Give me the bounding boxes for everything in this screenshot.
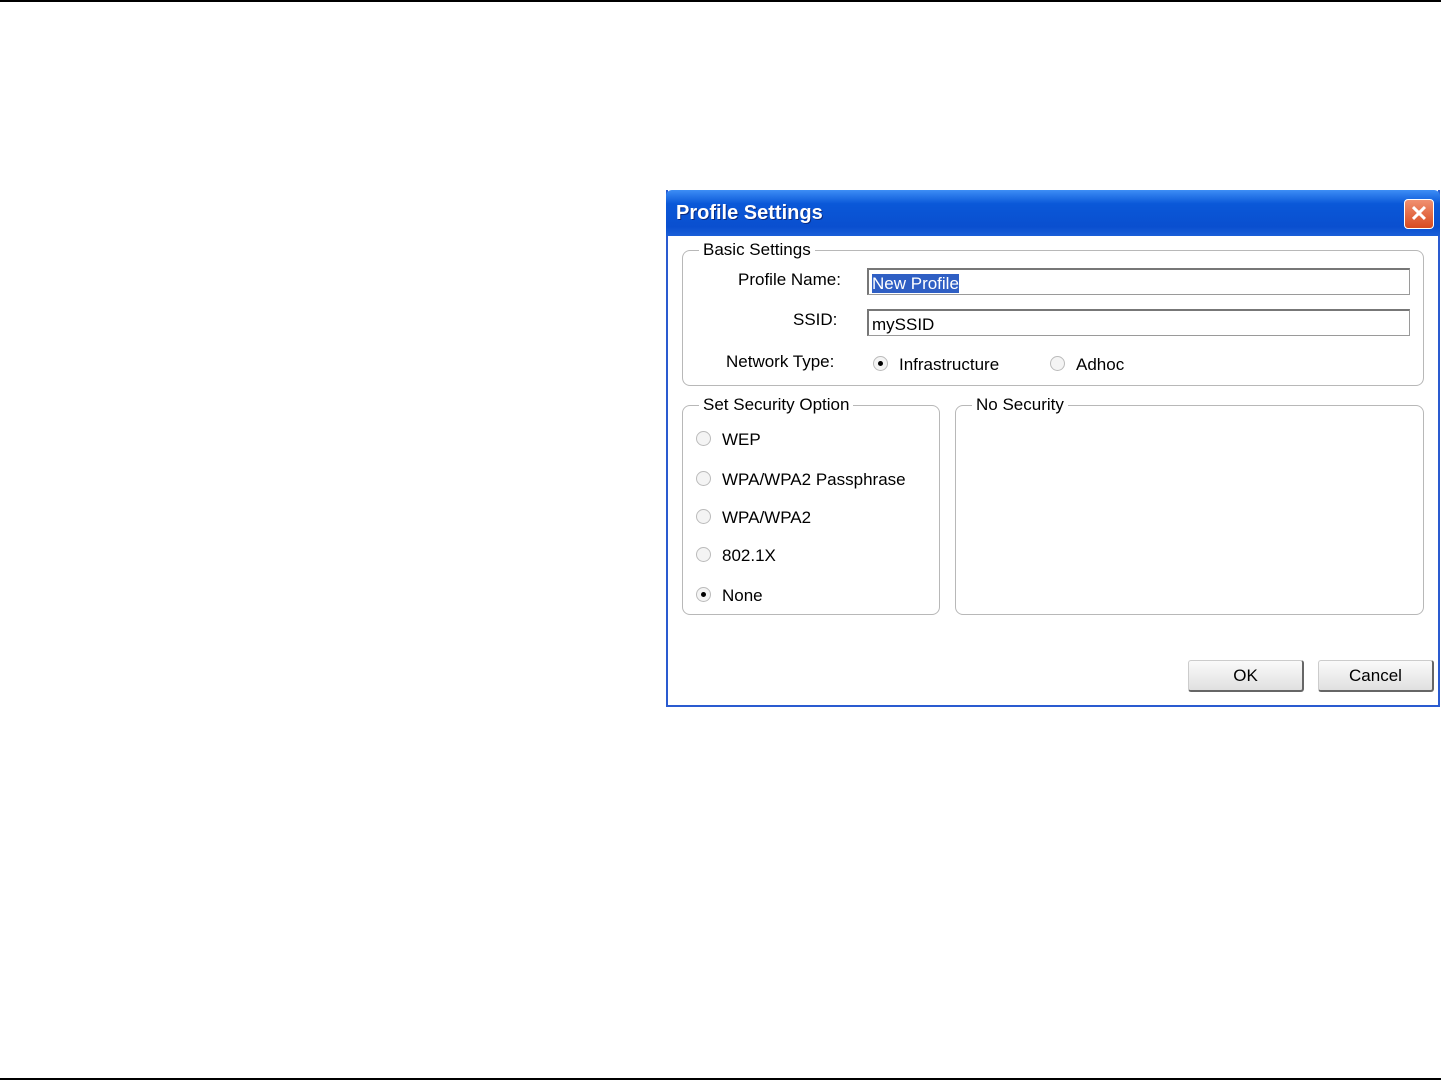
title-bar[interactable]: Profile Settings ✕ (666, 190, 1440, 236)
close-button[interactable]: ✕ (1404, 199, 1434, 229)
cancel-button[interactable]: Cancel (1318, 660, 1434, 692)
wpa-label: WPA/WPA2 (722, 508, 812, 527)
adhoc-label: Adhoc (1076, 355, 1125, 374)
top-rule (0, 0, 1441, 2)
dialog-title: Profile Settings (676, 202, 823, 224)
security-option-legend: Set Security Option (699, 395, 854, 415)
ssid-input[interactable]: mySSID (867, 309, 1410, 336)
infrastructure-radio[interactable] (873, 356, 888, 371)
ssid-label: SSID: (793, 310, 838, 329)
bottom-rule (0, 1078, 1441, 1080)
basic-settings-legend: Basic Settings (699, 240, 815, 260)
wpa-passphrase-radio[interactable] (696, 471, 711, 486)
wpa-passphrase-label: WPA/WPA2 Passphrase (722, 470, 906, 489)
profile-settings-dialog: Profile Settings ✕ Basic Settings Profil… (666, 190, 1440, 707)
adhoc-radio[interactable] (1050, 356, 1065, 371)
profile-name-label: Profile Name: (738, 270, 841, 289)
wep-radio[interactable] (696, 431, 711, 446)
profile-name-input[interactable]: New Profile (867, 268, 1410, 295)
wep-label: WEP (722, 430, 761, 449)
infrastructure-label: Infrastructure (899, 355, 1000, 374)
8021x-label: 802.1X (722, 546, 776, 565)
8021x-radio[interactable] (696, 547, 711, 562)
network-type-label: Network Type: (726, 352, 835, 371)
none-radio[interactable] (696, 587, 711, 602)
profile-name-value: New Profile (872, 274, 959, 293)
wpa-radio[interactable] (696, 509, 711, 524)
ok-button[interactable]: OK (1188, 660, 1304, 692)
none-label: None (722, 586, 763, 605)
no-security-group: No Security (955, 395, 1424, 615)
no-security-legend: No Security (972, 395, 1068, 415)
